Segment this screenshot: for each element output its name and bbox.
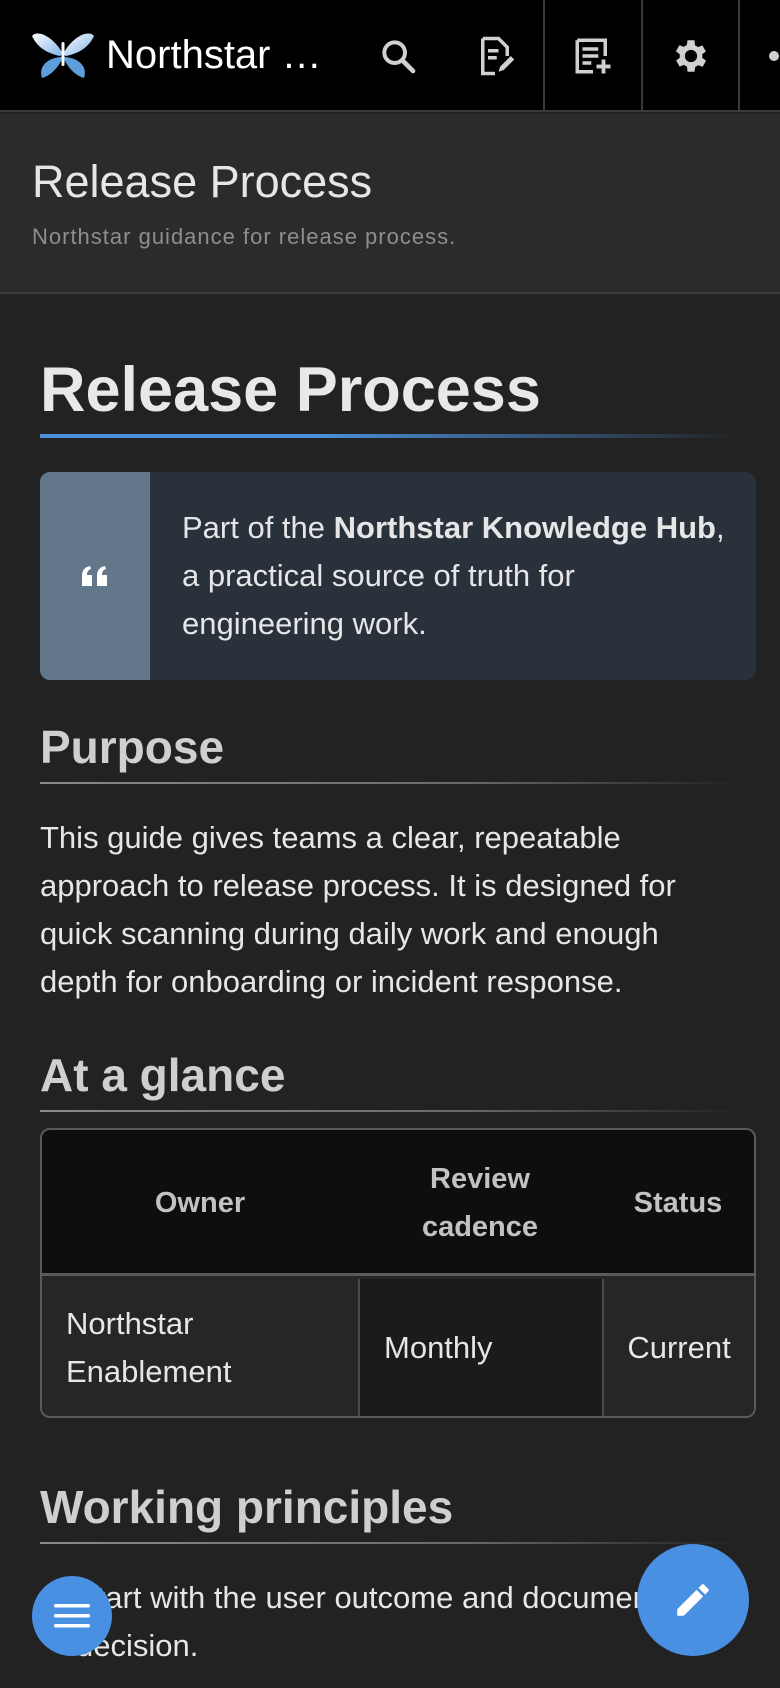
glance-heading: At a glance	[40, 1049, 286, 1101]
principles-heading: Working principles	[40, 1481, 454, 1533]
table-row: Northstar Enablement Monthly Current	[42, 1279, 754, 1416]
callout-prefix: Part of the	[182, 510, 334, 545]
cell-review-cadence: Monthly	[358, 1279, 602, 1416]
column-header-review-cadence: Review cadence	[421, 1163, 539, 1243]
pencil-icon	[677, 1584, 709, 1616]
title-underline	[40, 434, 740, 438]
settings-icon	[675, 40, 706, 72]
purpose-heading: Purpose	[40, 721, 225, 773]
settings-button[interactable]	[641, 0, 738, 112]
account-icon	[769, 51, 779, 61]
purpose-rule	[40, 782, 740, 784]
table-header: Owner Review cadence Status	[42, 1130, 754, 1276]
column-header-status: Status	[633, 1187, 723, 1219]
new-page-button[interactable]	[543, 0, 640, 112]
new-page-icon	[575, 38, 610, 74]
edit-fab[interactable]	[637, 1544, 749, 1656]
principles-rule	[40, 1542, 740, 1544]
account-button[interactable]	[738, 0, 780, 112]
cell-status: Current	[602, 1279, 754, 1416]
callout-bar	[40, 472, 150, 680]
page-subtitle: Northstar guidance for release process.	[32, 224, 457, 249]
glance-rule	[40, 1110, 740, 1112]
cell-owner: Northstar Enablement	[42, 1279, 358, 1416]
menu-fab[interactable]	[32, 1576, 112, 1656]
search-button[interactable]	[349, 0, 446, 112]
page-title: Release Process	[32, 156, 373, 207]
quote-icon	[82, 566, 107, 586]
purpose-text: This guide gives teams a clear, repeatab…	[40, 820, 676, 999]
search-icon	[381, 40, 415, 74]
column-header-owner: Owner	[154, 1187, 246, 1219]
brand[interactable]: Northstar …	[30, 28, 318, 82]
article-title: Release Process	[40, 355, 541, 425]
app-title: Northstar …	[106, 32, 318, 77]
page-header: Release Process Northstar guidance for r…	[0, 114, 780, 294]
principle-item: Start with the user outcome and document…	[76, 1580, 711, 1663]
butterfly-logo-icon	[32, 33, 94, 78]
top-app-bar: Northstar …	[0, 0, 780, 112]
hub-name: Northstar Knowledge Hub	[333, 510, 716, 545]
glance-table: Owner Review cadence Status Northstar En…	[40, 1128, 756, 1418]
edit-page-button[interactable]	[446, 0, 543, 112]
callout-text: Part of the Northstar Knowledge Hub, a p…	[182, 504, 738, 648]
hamburger-menu-icon	[54, 1604, 90, 1628]
edit-page-icon	[480, 36, 514, 76]
callout-quote: Part of the Northstar Knowledge Hub, a p…	[40, 472, 756, 680]
